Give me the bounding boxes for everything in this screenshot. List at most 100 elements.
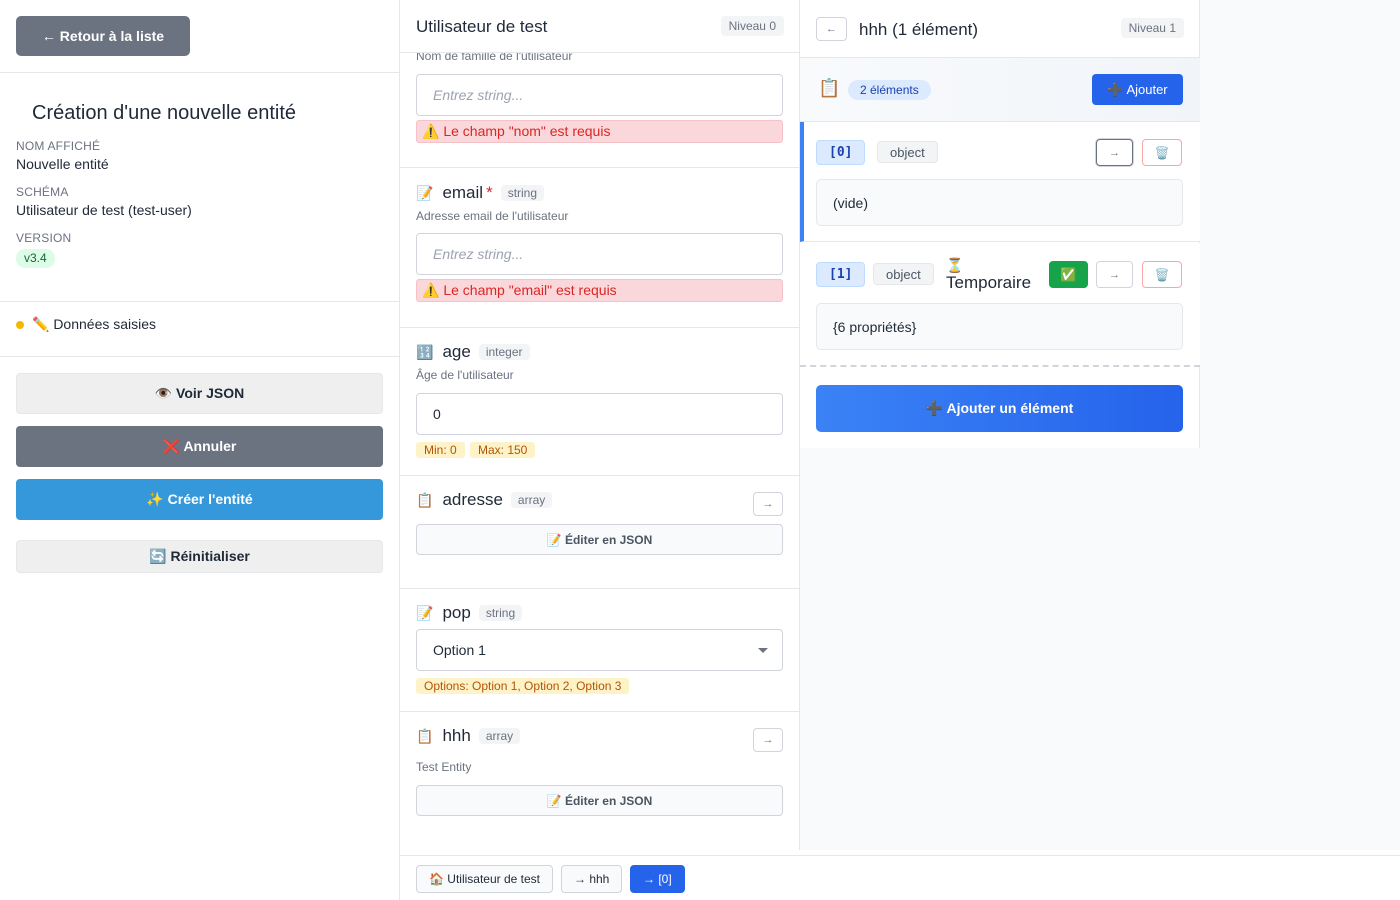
display-name-value: Nouvelle entité bbox=[16, 156, 109, 172]
adresse-field-name: adresse bbox=[442, 490, 503, 509]
field-divider bbox=[400, 167, 799, 168]
item-type-tag: object bbox=[877, 141, 938, 163]
item-count-badge: 2 éléments bbox=[848, 80, 931, 100]
age-type-tag: integer bbox=[478, 344, 530, 360]
clipboard-icon: 📋 bbox=[818, 78, 841, 98]
item-navigate-button[interactable]: → bbox=[1096, 261, 1133, 288]
array-toolbar: 📋 2 éléments ➕ Ajouter bbox=[800, 58, 1200, 122]
level1-panel: ← hhh (1 élément) Niveau 1 📋 2 éléments … bbox=[800, 0, 1200, 850]
age-input[interactable]: 0 bbox=[416, 393, 783, 435]
nom-placeholder: Entrez string... bbox=[433, 87, 524, 103]
email-field-name: email bbox=[442, 183, 484, 202]
schema-label: SCHÉMA bbox=[16, 185, 69, 199]
adresse-edit-json-button[interactable]: 📝 Éditer en JSON bbox=[416, 524, 783, 555]
status-text: ✏️ Données saisies bbox=[32, 316, 157, 332]
view-json-button[interactable]: 👁️ Voir JSON bbox=[16, 373, 383, 414]
pop-field-header: 📝 pop string bbox=[416, 603, 523, 623]
age-description: Âge de l'utilisateur bbox=[416, 368, 514, 382]
hhh-description: Test Entity bbox=[416, 760, 472, 774]
field-divider bbox=[400, 588, 799, 589]
age-field-header: 🔢 age integer bbox=[416, 342, 530, 362]
temporary-label: Temporaire bbox=[946, 273, 1032, 292]
clipboard-icon: 📋 bbox=[416, 491, 434, 508]
breadcrumb: 🏠 Utilisateur de test → hhh → [0] bbox=[400, 855, 1400, 900]
required-marker: * bbox=[486, 183, 493, 202]
age-value: 0 bbox=[433, 406, 441, 422]
memo-icon: 📝 bbox=[416, 184, 434, 201]
nom-input[interactable]: Entrez string... bbox=[416, 74, 783, 116]
delete-icon[interactable]: 🗑️ bbox=[1142, 139, 1182, 166]
email-type-tag: string bbox=[500, 185, 545, 201]
divider bbox=[0, 301, 400, 302]
delete-icon[interactable]: 🗑️ bbox=[1142, 261, 1182, 288]
back-to-list-button[interactable]: ← Retour à la liste bbox=[16, 16, 190, 56]
item-preview: (vide) bbox=[816, 179, 1183, 226]
item-index-badge: [1] bbox=[816, 262, 866, 287]
page-title: Création d'une nouvelle entité bbox=[32, 102, 297, 124]
adresse-navigate-button[interactable]: → bbox=[753, 492, 783, 516]
reset-button[interactable]: 🔄 Réinitialiser bbox=[16, 540, 383, 573]
field-divider bbox=[400, 711, 799, 712]
level0-panel: Utilisateur de test Niveau 0 Nom de fami… bbox=[400, 0, 800, 850]
panel-background bbox=[800, 448, 1200, 850]
item-index-badge: [0] bbox=[816, 140, 866, 165]
max-hint: Max: 150 bbox=[470, 442, 536, 458]
min-hint: Min: 0 bbox=[416, 442, 465, 458]
adresse-field-header: 📋 adresse array bbox=[416, 490, 553, 510]
field-divider bbox=[400, 327, 799, 328]
numbers-icon: 🔢 bbox=[416, 343, 434, 360]
email-placeholder: Entrez string... bbox=[433, 246, 524, 262]
array-item: [0] object → 🗑️ (vide) bbox=[800, 122, 1200, 242]
level1-title: hhh (1 élément) bbox=[859, 20, 979, 39]
hhh-navigate-button[interactable]: → bbox=[753, 728, 783, 752]
divider bbox=[0, 72, 400, 73]
hhh-field-name: hhh bbox=[442, 726, 471, 745]
age-field-name: age bbox=[442, 342, 471, 361]
item-type-tag: object bbox=[873, 263, 934, 285]
adresse-type-tag: array bbox=[510, 492, 553, 508]
pop-selected-value: Option 1 bbox=[433, 642, 486, 658]
level0-badge: Niveau 0 bbox=[720, 16, 784, 36]
email-error: ⚠️ Le champ "email" est requis bbox=[416, 279, 783, 302]
item-navigate-button[interactable]: → bbox=[1096, 139, 1133, 166]
empty-panel-area bbox=[1200, 0, 1400, 850]
email-input[interactable]: Entrez string... bbox=[416, 233, 783, 275]
email-field-header: 📝 email * string bbox=[416, 183, 545, 203]
create-entity-button[interactable]: ✨ Créer l'entité bbox=[16, 479, 383, 520]
level0-title: Utilisateur de test bbox=[416, 17, 548, 36]
level1-header: ← hhh (1 élément) Niveau 1 bbox=[800, 0, 1200, 58]
add-item-button[interactable]: ➕ Ajouter un élément bbox=[816, 385, 1183, 432]
pop-field-name: pop bbox=[442, 603, 471, 622]
hhh-type-tag: array bbox=[478, 728, 521, 744]
sidebar: ← Retour à la liste Création d'une nouve… bbox=[0, 0, 400, 900]
email-description: Adresse email de l'utilisateur bbox=[416, 209, 569, 223]
app-root: ← Retour à la liste Création d'une nouve… bbox=[0, 0, 1400, 900]
clipboard-icon: 📋 bbox=[416, 727, 434, 744]
schema-value: Utilisateur de test (test-user) bbox=[16, 202, 192, 218]
level1-badge: Niveau 1 bbox=[1120, 18, 1184, 38]
item-preview: {6 propriétés} bbox=[816, 303, 1183, 350]
level0-header: Utilisateur de test Niveau 0 bbox=[400, 0, 799, 53]
display-name-label: NOM AFFICHÉ bbox=[16, 139, 101, 153]
pop-type-tag: string bbox=[478, 605, 523, 621]
divider bbox=[0, 356, 400, 357]
level1-back-button[interactable]: ← bbox=[816, 17, 847, 41]
chevron-down-icon bbox=[758, 648, 768, 653]
array-item: [1] object ⏳ Temporaire ✅ → 🗑️ {6 propri… bbox=[800, 243, 1200, 367]
memo-icon: 📝 bbox=[416, 604, 434, 621]
version-badge: v3.4 bbox=[16, 249, 55, 268]
cancel-button[interactable]: ❌ Annuler bbox=[16, 426, 383, 467]
breadcrumb-item-root[interactable]: 🏠 Utilisateur de test bbox=[416, 865, 553, 893]
pop-select[interactable]: Option 1 bbox=[416, 629, 783, 671]
hhh-field-header: 📋 hhh array bbox=[416, 726, 521, 746]
breadcrumb-item-current[interactable]: → [0] bbox=[630, 865, 685, 893]
field-divider bbox=[400, 475, 799, 476]
hourglass-icon: ⏳ bbox=[946, 257, 964, 273]
version-label: VERSION bbox=[16, 231, 72, 245]
breadcrumb-item-hhh[interactable]: → hhh bbox=[561, 865, 623, 893]
nom-error: ⚠️ Le champ "nom" est requis bbox=[416, 120, 783, 143]
confirm-check-icon[interactable]: ✅ bbox=[1049, 261, 1088, 288]
add-button[interactable]: ➕ Ajouter bbox=[1092, 74, 1183, 105]
hhh-edit-json-button[interactable]: 📝 Éditer en JSON bbox=[416, 785, 783, 816]
status-dot-icon bbox=[16, 321, 24, 329]
